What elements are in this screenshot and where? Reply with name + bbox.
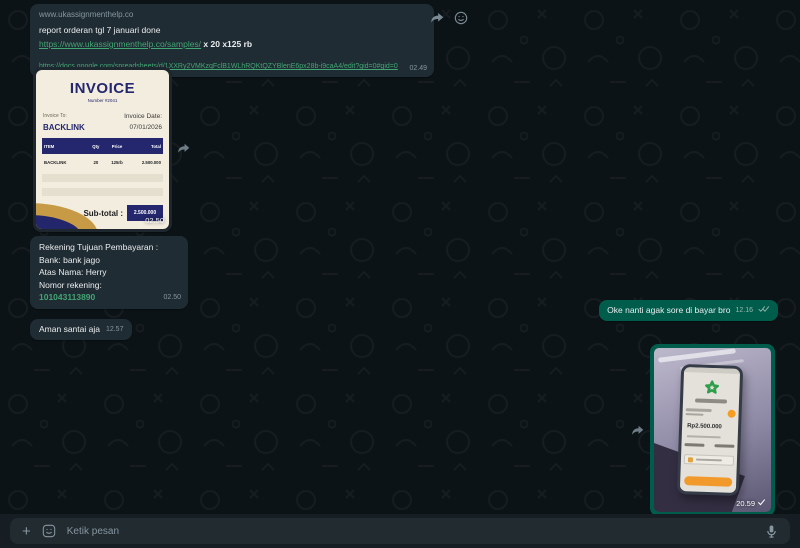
invoice-table-header: ITEM Qty Price Total [42, 138, 163, 154]
composer-bar: + [0, 514, 800, 548]
double-check-icon [758, 305, 770, 316]
payment-line: Bank: bank jago [39, 254, 179, 267]
payment-photo[interactable]: Rp2.500.000 20.59 [654, 348, 771, 512]
screen-text-bar [686, 413, 704, 416]
message-input-bar[interactable]: + [10, 518, 790, 544]
invoice-number: Number #2041 [36, 95, 169, 106]
screen-text-bar [695, 398, 727, 403]
samples-link[interactable]: https://www.ukassignmenthelp.co/samples/ [39, 39, 201, 49]
chat-window: www.ukassignmenthelp.co report orderan t… [0, 0, 800, 548]
link-note: x 20 x125 rb [201, 39, 252, 49]
phone-screen: Rp2.500.000 [680, 367, 740, 493]
message-time: 02.49 [409, 63, 427, 74]
screen-list-item [684, 454, 734, 466]
message-input[interactable] [67, 526, 754, 537]
invoice-image[interactable]: INVOICE Number #2041 Invoice To: BACKLIN… [36, 70, 169, 229]
col-item: ITEM [42, 138, 87, 154]
message-payment-photo[interactable]: Rp2.500.000 20.59 [650, 344, 775, 516]
message-time: 02.50 [145, 215, 164, 226]
message-text: Aman santai aja [39, 324, 100, 335]
sticker-emoji-icon[interactable] [42, 524, 56, 538]
cell-price: 125rb [105, 154, 129, 171]
screen-list-icon [688, 457, 693, 462]
forward-icon[interactable] [177, 141, 190, 159]
invoice-to-value: BACKLINK [43, 122, 85, 133]
screen-text-bar [684, 443, 704, 447]
message-casual[interactable]: Aman santai aja 12.57 [30, 319, 132, 340]
screen-option-row [684, 443, 734, 448]
screen-text-bar [686, 408, 712, 411]
invoice-stripe [42, 174, 163, 182]
single-check-icon [757, 498, 766, 509]
invoice-table: ITEM Qty Price Total BACKLINK 20 125rb 2… [42, 138, 163, 171]
payment-line: Atas Nama: Herry [39, 266, 179, 279]
phone-in-photo: Rp2.500.000 [677, 364, 743, 496]
screen-text-bar [696, 458, 722, 461]
account-number-link[interactable]: 101043113890 [39, 291, 179, 304]
mic-icon[interactable] [765, 524, 778, 539]
bank-jago-star-icon [704, 380, 720, 396]
cell-total: 2.500.000 [129, 154, 163, 171]
screen-amount: Rp2.500.000 [687, 421, 722, 433]
link-preview-domain: www.ukassignmenthelp.co [39, 9, 425, 20]
message-invoice-image[interactable]: INVOICE Number #2041 Invoice To: BACKLIN… [33, 67, 172, 232]
screen-recipient-row [685, 408, 735, 418]
message-time: 20.59 [736, 498, 766, 509]
col-price: Price [105, 138, 129, 154]
payment-line: Rekening Tujuan Pembayaran : [39, 241, 179, 254]
invoice-subtotal-label: Sub-total : [83, 208, 123, 219]
react-smiley-icon[interactable] [454, 11, 468, 25]
message-time: 02.50 [163, 292, 181, 305]
attach-plus-icon[interactable]: + [22, 524, 31, 539]
col-total: Total [129, 138, 163, 154]
invoice-header-row: Invoice To: BACKLINK Invoice Date: 07/01… [36, 111, 169, 133]
invoice-to-block: Invoice To: BACKLINK [43, 111, 85, 133]
cell-item: BACKLINK [42, 154, 87, 171]
phone-statusbar [684, 367, 740, 374]
message-reply-outgoing[interactable]: Oke nanti agak sore di bayar bro 12.16 [599, 300, 778, 321]
payment-line: Nomor rekening: [39, 279, 179, 292]
message-payment-details[interactable]: Rekening Tujuan Pembayaran : Bank: bank … [30, 236, 188, 309]
invoice-date-block: Invoice Date: 07/01/2026 [124, 111, 162, 133]
cell-qty: 20 [87, 154, 105, 171]
screen-avatar-dot [727, 409, 735, 417]
message-link-line: https://www.ukassignmenthelp.co/samples/… [39, 39, 425, 50]
forward-icon[interactable] [631, 423, 644, 441]
message-time: 12.16 [735, 305, 753, 316]
invoice-table-row: BACKLINK 20 125rb 2.500.000 [42, 154, 163, 171]
invoice-date-label: Invoice Date: [124, 111, 162, 122]
invoice-stripe [42, 188, 163, 196]
invoice-title: INVOICE [36, 83, 169, 94]
message-hover-actions [430, 11, 468, 25]
message-text: report orderan tgl 7 januari done [39, 25, 425, 36]
col-qty: Qty [87, 138, 105, 154]
message-time: 12.57 [106, 324, 124, 335]
forward-icon[interactable] [430, 12, 444, 24]
screen-text-bar [687, 435, 721, 439]
message-text: Oke nanti agak sore di bayar bro [607, 305, 730, 316]
invoice-date-value: 07/01/2026 [124, 122, 162, 133]
screen-text-bar [714, 444, 734, 448]
screen-pay-button [684, 476, 732, 487]
invoice-to-label: Invoice To: [43, 111, 85, 122]
